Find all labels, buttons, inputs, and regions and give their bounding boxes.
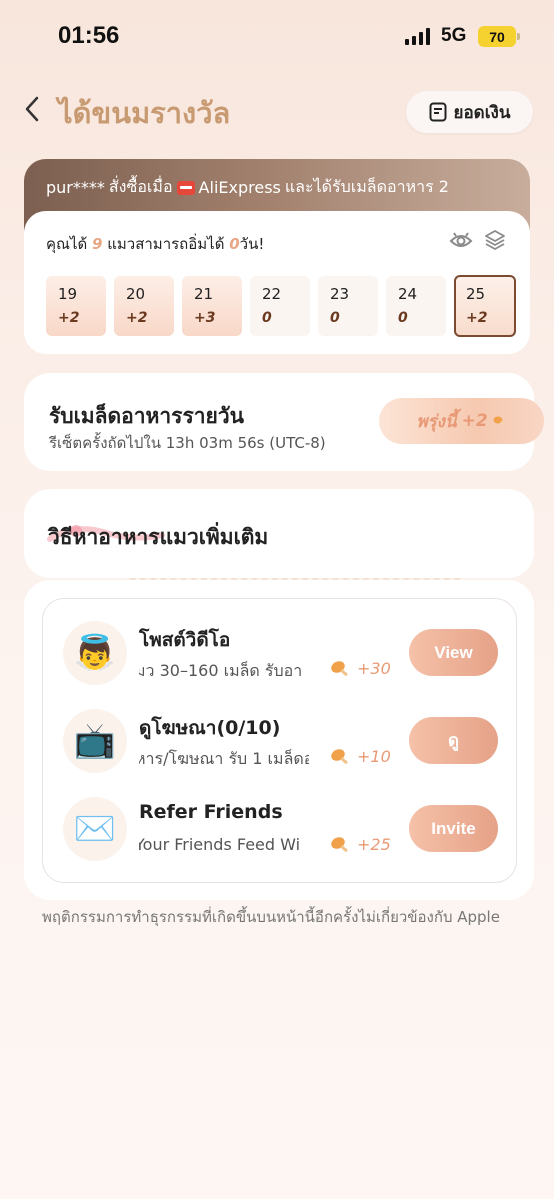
balance-label: ยอดเงิน	[453, 102, 511, 123]
banner-text: pur**** สั่งซื้อเมื่อ AliExpress และได้ร…	[46, 175, 449, 200]
day-number: 19	[58, 285, 78, 303]
streak-days: 19 +2 20 +2 21 +3 22 0 23 0 24 0 25 +2	[46, 275, 516, 337]
task-title: โพสต์วิดีโอ	[139, 629, 231, 651]
streak-summary: คุณได้ 9 แมวสามารถอิ่มได้ 0วัน!	[46, 232, 264, 256]
day-value: +2	[58, 310, 80, 326]
daily-food-card: รับเมล็ดอาหารรายวัน รีเซ็ตครั้งถัดไปใน 1…	[24, 373, 544, 471]
task-desc: มว 30–160 เมล็ด รับอา	[139, 661, 303, 680]
view-button[interactable]: View	[409, 629, 498, 676]
day-value: 0	[262, 310, 272, 326]
task-row-post-video: 👼 โพสต์วิดีโอ มว 30–160 เมล็ด รับอา +30 …	[43, 617, 516, 705]
disclaimer-text: พฤติกรรมการทำธุรกรรมที่เกิดขึ้นบนหน้านี้…	[42, 908, 500, 926]
task-title: Refer Friends	[139, 801, 283, 823]
day-number: 23	[330, 285, 350, 303]
day-value: 0	[398, 310, 408, 326]
streak-suffix: วัน!	[239, 235, 265, 253]
day-cell: 24 0	[386, 276, 446, 336]
streak-days-full: 0	[229, 235, 240, 253]
day-cell: 19 +2	[46, 276, 106, 336]
daily-title: รับเมล็ดอาหารรายวัน	[49, 404, 244, 428]
tomorrow-reward-pill: พรุ่งนี้ +2	[379, 398, 544, 444]
streak-prefix: คุณได้	[46, 235, 88, 253]
day-value: 0	[330, 310, 340, 326]
streak-cat-count: 9	[92, 235, 103, 253]
tomorrow-label: พรุ่งนี้	[416, 411, 457, 432]
day-number: 24	[398, 285, 418, 303]
watch-ad-button[interactable]: ดู	[409, 717, 498, 764]
task-reward: +30	[330, 659, 391, 678]
task-row-watch-ads: 📺 ดูโฆษณา(0/10) หาร/โฆษณา รับ 1 เมล็ดอ +…	[43, 705, 516, 793]
tasks-card: 👼 โพสต์วิดีโอ มว 30–160 เมล็ด รับอา +30 …	[24, 580, 534, 900]
task-reward: +25	[330, 835, 391, 854]
day-value: +2	[466, 310, 488, 326]
layers-icon[interactable]	[484, 229, 506, 251]
day-cell: 21 +3	[182, 276, 242, 336]
chevron-left-icon	[25, 96, 39, 122]
network-type: 5G	[441, 25, 467, 46]
day-cell: 20 +2	[114, 276, 174, 336]
tasks-list: 👼 โพสต์วิดีโอ มว 30–160 เมล็ด รับอา +30 …	[42, 598, 517, 883]
task-reward-value: +30	[357, 659, 391, 678]
banner-text-before: สั่งซื้อเมื่อ	[108, 177, 173, 196]
drumstick-icon	[331, 660, 348, 676]
day-cell: 22 0	[250, 276, 310, 336]
day-number: 20	[126, 285, 146, 303]
drumstick-icon	[331, 836, 348, 852]
banner-user: pur****	[46, 178, 105, 197]
more-ways-card: วิธีหาอาหารแมวเพิ่มเติม	[24, 489, 534, 578]
task-desc: Your Friends Feed Wi	[139, 835, 301, 854]
aliexpress-logo-icon	[176, 180, 195, 195]
page-title: ได้ขนมรางวัล	[58, 96, 231, 130]
drumstick-icon	[493, 416, 505, 425]
day-value: +2	[126, 310, 148, 326]
document-icon	[429, 102, 447, 122]
task-reward-value: +10	[357, 747, 391, 766]
task-reward: +10	[330, 747, 391, 766]
invite-button[interactable]: Invite	[409, 805, 498, 852]
eye-icon[interactable]	[449, 229, 473, 251]
task-row-refer-friends: ✉️ Refer Friends Your Friends Feed Wi +2…	[43, 793, 516, 881]
day-number: 21	[194, 285, 214, 303]
day-value: +3	[194, 310, 216, 326]
banner-logo-text: AliExpress	[198, 178, 281, 197]
balance-button[interactable]: ยอดเงิน	[406, 91, 533, 133]
angel-emoji-icon: 👼	[63, 621, 127, 685]
signal-icon	[405, 28, 430, 45]
day-number: 22	[262, 285, 282, 303]
task-desc: หาร/โฆษณา รับ 1 เมล็ดอ	[139, 749, 309, 768]
tomorrow-value: +2	[461, 411, 488, 431]
back-button[interactable]	[24, 94, 50, 124]
more-ways-title: วิธีหาอาหารแมวเพิ่มเติม	[48, 525, 269, 549]
task-desc-marquee: Your Friends Feed Wi	[139, 835, 309, 859]
daily-reset-timer: รีเซ็ตครั้งถัดไปใน 13h 03m 56s (UTC-8)	[49, 434, 326, 452]
task-desc-marquee: มว 30–160 เมล็ด รับอา	[139, 659, 309, 683]
tv-emoji-icon: 📺	[63, 709, 127, 773]
day-cell: 23 0	[318, 276, 378, 336]
status-time: 01:56	[58, 22, 120, 49]
banner-text-after: และได้รับเมล็ดอาหาร 2	[284, 177, 449, 196]
task-title: ดูโฆษณา(0/10)	[139, 717, 281, 739]
task-reward-value: +25	[357, 835, 391, 854]
task-desc-marquee: หาร/โฆษณา รับ 1 เมล็ดอ	[139, 747, 309, 771]
streak-middle: แมวสามารถอิ่มได้	[107, 235, 225, 253]
streak-card: คุณได้ 9 แมวสามารถอิ่มได้ 0วัน! 19 +2 20 +…	[24, 211, 530, 354]
status-bar: 01:56 5G 70	[0, 0, 554, 74]
envelope-emoji-icon: ✉️	[63, 797, 127, 861]
battery-icon: 70	[478, 26, 520, 47]
day-number: 25	[466, 285, 486, 303]
drumstick-icon	[331, 748, 348, 764]
day-cell-today: 25 +2	[454, 275, 516, 337]
